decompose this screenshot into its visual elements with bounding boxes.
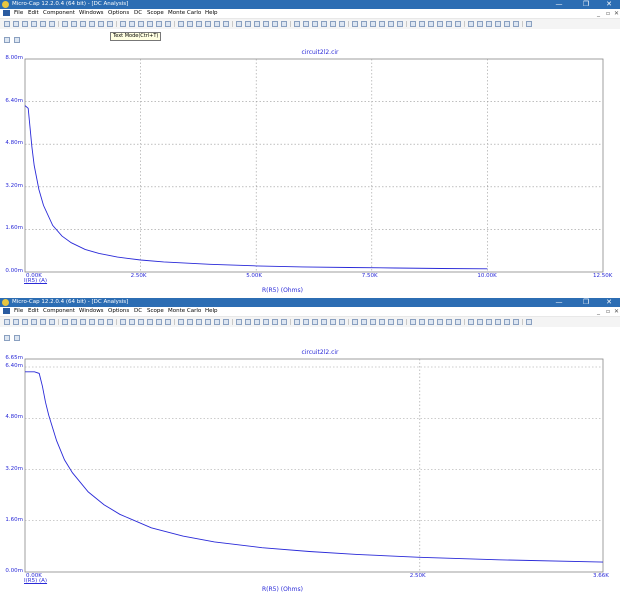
x-tick-label: 0.00K [26, 273, 42, 279]
x-tick-label: 7.50K [361, 273, 378, 279]
x-tick-label: 12.50K [593, 273, 613, 279]
plot-area[interactable] [0, 298, 620, 595]
x-axis-label: R(R5) (Ohms) [262, 586, 303, 593]
y-tick-label: 4.80m [5, 140, 23, 147]
x-tick-label: 2.50K [409, 573, 426, 579]
y-tick-label: 4.80m [5, 414, 23, 421]
window-bottom: Micro-Cap 12.2.0.4 (64 bit) - [DC Analys… [0, 298, 620, 595]
y-tick-label: 6.40m [5, 97, 23, 104]
y-tick-label: 1.60m [5, 225, 23, 232]
window-top: Micro-Cap 12.2.0.4 (64 bit) - [DC Analys… [0, 0, 620, 297]
x-tick-label: 10.00K [477, 273, 497, 279]
y-tick-label: 3.20m [5, 182, 23, 189]
x-tick-label: 0.00K [26, 573, 42, 579]
y-tick-label: 3.20m [5, 465, 23, 472]
x-tick-label: 2.50K [130, 273, 147, 279]
y-tick-label: 0.00m [5, 568, 23, 574]
x-tick-label: 5.00K [246, 273, 263, 279]
series-line [25, 371, 604, 563]
plot-frame [24, 358, 604, 573]
plot-frame [24, 58, 604, 273]
y-tick-label: 1.60m [5, 516, 23, 523]
y-tick-label: 6.40m [5, 363, 23, 369]
plot-area[interactable] [0, 0, 620, 297]
y-tick-label: 0.00m [5, 268, 23, 274]
x-tick-label: 3.66K [593, 573, 609, 579]
x-axis-label: R(R5) (Ohms) [262, 287, 303, 294]
y-tick-label: 6.65m [5, 355, 23, 361]
y-tick-label: 8.00m [5, 55, 23, 61]
